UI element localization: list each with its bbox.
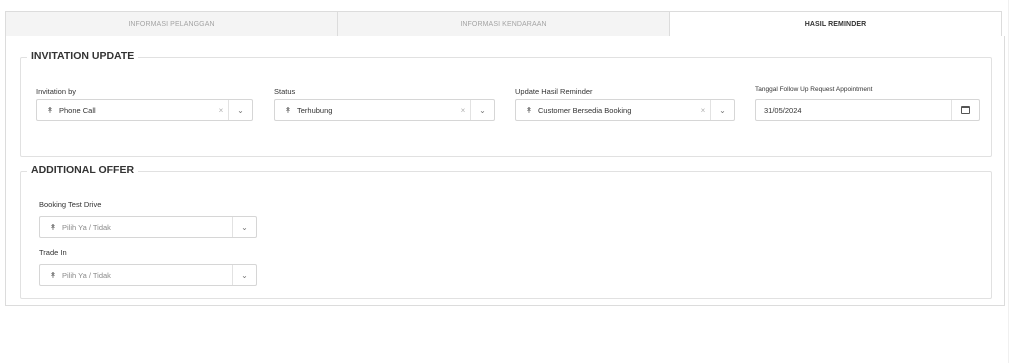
chevron-down-icon[interactable]: ⌄ [232,217,256,237]
update-hasil-reminder-select[interactable]: ↟ Customer Bersedia Booking × ⌄ [515,99,735,121]
invitation-by-value: Phone Call [59,105,96,115]
additional-offer-section: ADDITIONAL OFFER Booking Test Drive ↟ Pi… [20,164,992,299]
calendar-button[interactable] [951,100,979,120]
status-select[interactable]: ↟ Terhubung × ⌄ [274,99,495,121]
invitation-by-label: Invitation by [36,87,77,96]
select-pin-icon: ↟ [49,270,57,280]
invitation-by-select[interactable]: ↟ Phone Call × ⌄ [36,99,253,121]
booking-test-drive-placeholder: Pilih Ya / Tidak [62,222,111,232]
trade-in-select[interactable]: ↟ Pilih Ya / Tidak ⌄ [39,264,257,286]
select-pin-icon: ↟ [46,105,54,115]
invitation-update-section: INVITATION UPDATE Invitation by ↟ Phone … [20,50,992,157]
clear-icon[interactable]: × [456,106,470,115]
update-hasil-reminder-value: Customer Bersedia Booking [538,105,632,115]
scrollbar-track[interactable] [1008,0,1024,363]
tab-informasi-pelanggan[interactable]: INFORMASI PELANGGAN [5,11,338,37]
tab-bar: INFORMASI PELANGGAN INFORMASI KENDARAAN … [5,11,1002,37]
booking-test-drive-select[interactable]: ↟ Pilih Ya / Tidak ⌄ [39,216,257,238]
clear-icon[interactable]: × [696,106,710,115]
select-pin-icon: ↟ [284,105,292,115]
trade-in-placeholder: Pilih Ya / Tidak [62,270,111,280]
chevron-down-icon[interactable]: ⌄ [470,100,494,120]
status-label: Status [274,87,296,96]
additional-offer-title: ADDITIONAL OFFER [27,164,139,176]
update-hasil-reminder-label: Update Hasil Reminder [515,87,593,96]
chevron-down-icon[interactable]: ⌄ [710,100,734,120]
chevron-down-icon[interactable]: ⌄ [232,265,256,285]
clear-icon[interactable]: × [214,106,228,115]
tab-panel: INVITATION UPDATE Invitation by ↟ Phone … [5,36,1005,306]
invitation-update-title: INVITATION UPDATE [27,50,139,62]
select-pin-icon: ↟ [525,105,533,115]
follow-up-date-label: Tanggal Follow Up Request Appointment [755,86,873,93]
follow-up-date-input[interactable]: 31/05/2024 [755,99,980,121]
trade-in-label: Trade In [39,248,67,257]
calendar-icon [961,106,970,114]
booking-test-drive-label: Booking Test Drive [39,200,102,209]
select-pin-icon: ↟ [49,222,57,232]
chevron-down-icon[interactable]: ⌄ [228,100,252,120]
tab-hasil-reminder[interactable]: HASIL REMINDER [670,11,1002,37]
tab-informasi-kendaraan[interactable]: INFORMASI KENDARAAN [338,11,670,37]
follow-up-date-value: 31/05/2024 [764,105,802,115]
status-value: Terhubung [297,105,333,115]
